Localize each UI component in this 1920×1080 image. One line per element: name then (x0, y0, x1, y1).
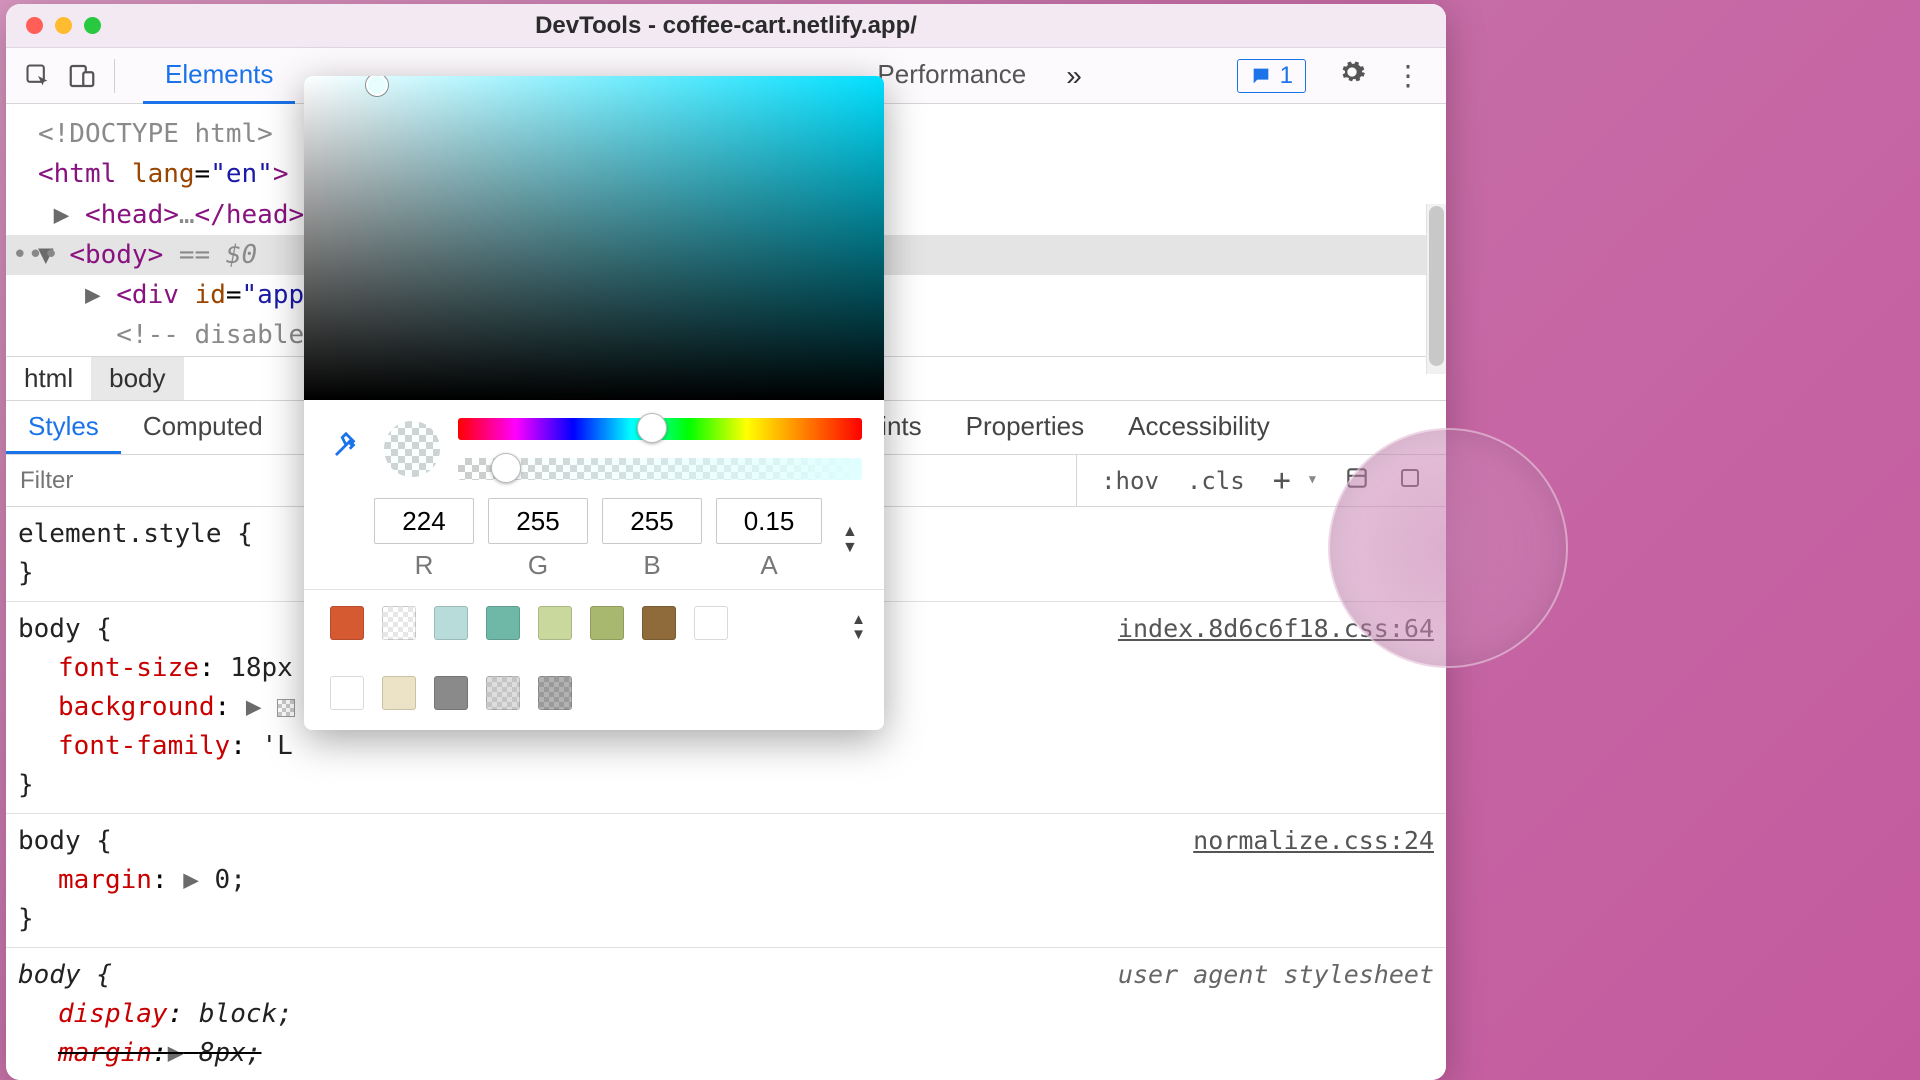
b-input[interactable] (602, 498, 702, 544)
palette-swatches: ▲▼ (304, 589, 884, 730)
palette-swatch[interactable] (538, 676, 572, 710)
palette-swatch[interactable] (590, 606, 624, 640)
a-input[interactable] (716, 498, 822, 544)
color-picker: R G B A ▲▼ ▲▼ (304, 76, 884, 730)
color-preview-swatch (384, 421, 440, 477)
more-tabs-chevron-icon[interactable]: » (1048, 60, 1100, 92)
settings-gear-icon[interactable] (1324, 58, 1380, 93)
palette-swatch[interactable] (330, 676, 364, 710)
palette-swatch[interactable] (434, 676, 468, 710)
crumb-html[interactable]: html (6, 357, 91, 400)
dom-scrollbar[interactable] (1426, 204, 1446, 374)
devtools-window: DevTools - coffee-cart.netlify.app/ Elem… (6, 4, 1446, 1080)
device-toggle-icon[interactable] (60, 54, 104, 98)
saturation-value-field[interactable] (304, 76, 884, 400)
alpha-slider[interactable] (458, 458, 862, 480)
palette-swatch[interactable] (486, 676, 520, 710)
hue-handle[interactable] (637, 413, 667, 443)
palette-toggle-icon[interactable]: ▲▼ (851, 612, 866, 642)
palette-swatch[interactable] (694, 606, 728, 640)
subtab-accessibility[interactable]: Accessibility (1106, 401, 1292, 454)
color-swatch-icon[interactable] (277, 699, 295, 717)
issues-count: 1 (1280, 62, 1293, 90)
sv-handle[interactable] (366, 76, 388, 96)
alpha-handle[interactable] (491, 453, 521, 483)
format-toggle-icon[interactable]: ▲▼ (842, 524, 858, 556)
source-ua: user agent stylesheet (1118, 956, 1434, 994)
palette-swatch[interactable] (486, 606, 520, 640)
more-menu-icon[interactable]: ⋮ (1380, 59, 1436, 92)
window-title: DevTools - coffee-cart.netlify.app/ (6, 12, 1446, 40)
r-input[interactable] (374, 498, 474, 544)
subtab-computed[interactable]: Computed (121, 401, 285, 454)
tab-elements[interactable]: Elements (143, 48, 295, 104)
crumb-body[interactable]: body (91, 357, 183, 400)
palette-swatch[interactable] (538, 606, 572, 640)
subtab-styles[interactable]: Styles (6, 401, 121, 454)
g-input[interactable] (488, 498, 588, 544)
palette-swatch[interactable] (330, 606, 364, 640)
hov-toggle[interactable]: :hov (1087, 467, 1173, 495)
subtab-properties[interactable]: Properties (944, 401, 1107, 454)
source-link[interactable]: normalize.css:24 (1193, 822, 1434, 860)
rule-body-normalize[interactable]: normalize.css:24 body { margin: ▶ 0; } (6, 814, 1446, 948)
inspect-icon[interactable] (16, 54, 60, 98)
cls-toggle[interactable]: .cls (1173, 467, 1259, 495)
palette-swatch[interactable] (642, 606, 676, 640)
palette-swatch[interactable] (434, 606, 468, 640)
tab-performance[interactable]: Performance (855, 48, 1048, 104)
eyedropper-icon[interactable] (326, 430, 366, 468)
rgba-inputs: R G B A ▲▼ (304, 498, 884, 589)
palette-swatch[interactable] (382, 676, 416, 710)
titlebar: DevTools - coffee-cart.netlify.app/ (6, 4, 1446, 48)
cursor-highlight (1328, 428, 1568, 668)
rule-body-ua[interactable]: user agent stylesheet body { display: bl… (6, 948, 1446, 1080)
hue-slider[interactable] (458, 418, 862, 440)
palette-swatch[interactable] (382, 606, 416, 640)
issues-badge[interactable]: 1 (1237, 59, 1306, 93)
